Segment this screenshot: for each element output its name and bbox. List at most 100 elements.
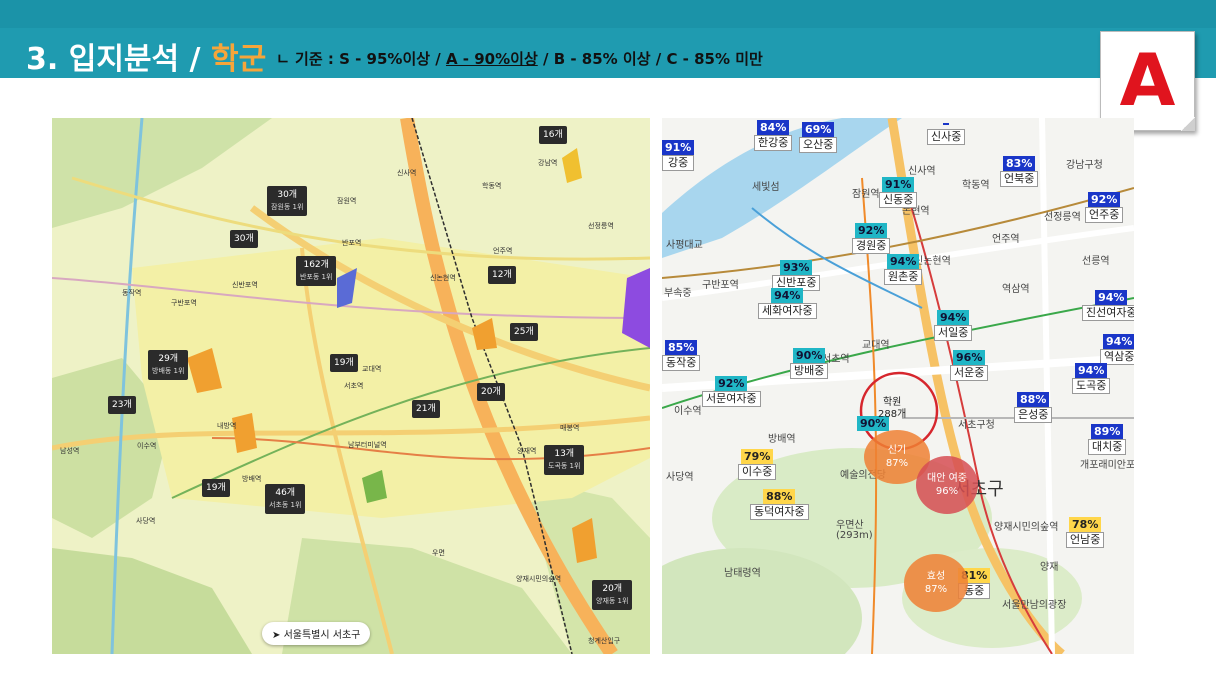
school-marker[interactable]: 69% 오산중 xyxy=(799,118,838,153)
school-marker[interactable]: 88% 동덕여자중 xyxy=(750,485,809,520)
academy-count-label: 학원 288개 xyxy=(878,397,907,420)
place-label: 사평대교 xyxy=(666,240,703,251)
school-density-map[interactable]: 16개 30개 잠원동 1위 30개 162개 반포동 1위 12개 25개 29개… xyxy=(52,118,650,654)
school-marker[interactable]: 83% 언북중 xyxy=(1000,152,1039,187)
place-label: 사당역 xyxy=(666,472,694,483)
station-label: 청계산입구 xyxy=(588,637,621,645)
place-label: (293m) xyxy=(836,530,873,541)
navigation-arrow-icon: ➤ xyxy=(272,630,281,641)
school-marker[interactable]: 94% 진선여자중 xyxy=(1082,286,1134,321)
cluster-label[interactable]: 23개 xyxy=(108,396,136,414)
criteria-rest: / B - 85% 이상 / C - 85% 미만 xyxy=(537,50,763,68)
place-label: 양재시민의숲역 xyxy=(994,522,1059,533)
place-label: 서울만남의광장 xyxy=(1002,600,1067,611)
station-label: 방배역 xyxy=(242,475,262,483)
school-marker[interactable]: 89% 대치중 xyxy=(1088,420,1127,455)
title-accent: 학군 xyxy=(210,42,267,77)
school-marker[interactable]: 88% 은성중 xyxy=(1014,388,1053,423)
place-label: 교대역 xyxy=(862,340,890,351)
station-label: 신반포역 xyxy=(232,281,258,289)
school-marker[interactable]: 92% 언주중 xyxy=(1085,188,1124,223)
station-label: 학동역 xyxy=(482,182,502,190)
place-label: 우면산 xyxy=(836,520,864,531)
criteria-a: A - 90%이상 xyxy=(445,50,538,68)
station-label: 사당역 xyxy=(136,517,156,525)
place-label: 선릉역 xyxy=(1082,256,1110,267)
station-label: 내방역 xyxy=(217,422,237,430)
cluster-label[interactable]: 162개 반포동 1위 xyxy=(296,256,337,286)
school-marker[interactable]: 78% 언남중 xyxy=(1066,513,1105,548)
station-label: 반포역 xyxy=(342,239,362,247)
station-label: 남성역 xyxy=(60,447,80,455)
place-label: 남태령역 xyxy=(724,568,761,579)
station-label: 구반포역 xyxy=(171,299,197,307)
place-label: 개포래미안포레스 xyxy=(1080,460,1134,471)
location-label: 서울특별시 서초구 xyxy=(283,630,361,641)
station-label: 교대역 xyxy=(362,365,382,373)
cluster-label[interactable]: 29개 방배동 1위 xyxy=(148,350,189,380)
station-label: 양재시민의숲역 xyxy=(516,575,562,583)
cluster-label[interactable]: 20개 양재동 1위 xyxy=(592,580,633,610)
header-bar: 3. 입지분석 / 학군 ㄴ 기준 : S - 95%이상 / A - 90%이… xyxy=(0,0,1216,78)
school-marker[interactable]: 91% 신동중 xyxy=(879,173,918,208)
station-label: 잠원역 xyxy=(337,197,357,205)
station-label: 이수역 xyxy=(137,442,157,450)
school-marker[interactable]: 92% 서문여자중 xyxy=(702,372,761,407)
place-label: 방배역 xyxy=(768,434,796,445)
page-fold-corner xyxy=(1181,117,1195,131)
cluster-label[interactable]: 19개 xyxy=(330,354,358,372)
place-label: 잠원역 xyxy=(852,189,880,200)
school-marker[interactable]: 84% 한강중 xyxy=(754,118,793,151)
title-main: 3. 입지분석 / xyxy=(26,42,211,77)
station-label: 신논현역 xyxy=(430,274,456,282)
cluster-label[interactable]: 30개 xyxy=(230,230,258,248)
school-marker[interactable]: 79% 이수중 xyxy=(738,445,777,480)
cluster-label[interactable]: 46개 서초동 1위 xyxy=(265,484,306,514)
grade-letter: A xyxy=(1119,38,1176,122)
location-pill[interactable]: ➤ 서울특별시 서초구 xyxy=(262,622,371,645)
school-marker[interactable]: 94% 서일중 xyxy=(934,306,973,341)
station-label: 동작역 xyxy=(122,289,142,297)
cluster-label[interactable]: 21개 xyxy=(412,400,440,418)
cluster-label[interactable]: 12개 xyxy=(488,266,516,284)
station-label: 양재역 xyxy=(517,447,537,455)
cluster-label[interactable]: 16개 xyxy=(539,126,567,144)
station-label: 매봉역 xyxy=(560,424,580,432)
school-marker[interactable]: 91% 강중 xyxy=(662,136,695,171)
school-rate-map[interactable]: 세빛섬 신사역 잠원역 논현역 강남구청 학동역 언주역 선정릉역 선릉역 신논… xyxy=(662,118,1134,654)
place-label: 이수역 xyxy=(674,406,702,417)
cluster-label[interactable]: 19개 xyxy=(202,479,230,497)
grade-card: A xyxy=(1100,31,1195,131)
place-label: 세빛섬 xyxy=(752,182,780,193)
school-marker[interactable]: 94% 세화여자중 xyxy=(758,284,817,319)
criteria-prefix: ㄴ 기준 : S - 95%이상 / xyxy=(276,50,446,68)
station-label: 선정릉역 xyxy=(588,222,614,230)
school-marker[interactable]: 94% 원촌중 xyxy=(884,250,923,285)
place-label: 선정릉역 xyxy=(1044,212,1081,223)
school-bubble[interactable]: 대안 여중 96% xyxy=(916,456,978,514)
station-label: 남부터미널역 xyxy=(348,441,387,449)
criteria-text: ㄴ 기준 : S - 95%이상 / A - 90%이상 / B - 85% 이… xyxy=(276,48,763,69)
cluster-label[interactable]: 20개 xyxy=(477,383,505,401)
school-marker[interactable]: 94% 도곡중 xyxy=(1072,359,1111,394)
cluster-label[interactable]: 30개 잠원동 1위 xyxy=(267,186,308,216)
school-bubble[interactable]: 효성 87% xyxy=(904,554,968,612)
school-marker[interactable]: 96% 서운중 xyxy=(950,346,989,381)
school-marker[interactable]: 신사중 xyxy=(927,118,966,145)
station-label: 서초역 xyxy=(344,382,364,390)
station-label: 강남역 xyxy=(538,159,558,167)
cluster-label[interactable]: 13개 도곡동 1위 xyxy=(544,445,585,475)
school-marker[interactable]: 92% 경원중 xyxy=(852,219,891,254)
cluster-label[interactable]: 25개 xyxy=(510,323,538,341)
header-top-strip xyxy=(0,0,1216,28)
place-label: 구반포역 xyxy=(702,280,739,291)
page-title: 3. 입지분석 / 학군 xyxy=(26,34,266,78)
place-label: 양재 xyxy=(1040,562,1059,573)
school-marker[interactable]: 90% 방배중 xyxy=(790,344,829,379)
station-label: 신사역 xyxy=(397,169,417,177)
station-label: 우면 xyxy=(432,549,445,557)
school-marker[interactable]: 85% 동작중 xyxy=(662,336,701,371)
station-label: 언주역 xyxy=(493,247,513,255)
place-label: 부속중 xyxy=(664,288,692,299)
place-label: 서초구청 xyxy=(958,420,995,431)
